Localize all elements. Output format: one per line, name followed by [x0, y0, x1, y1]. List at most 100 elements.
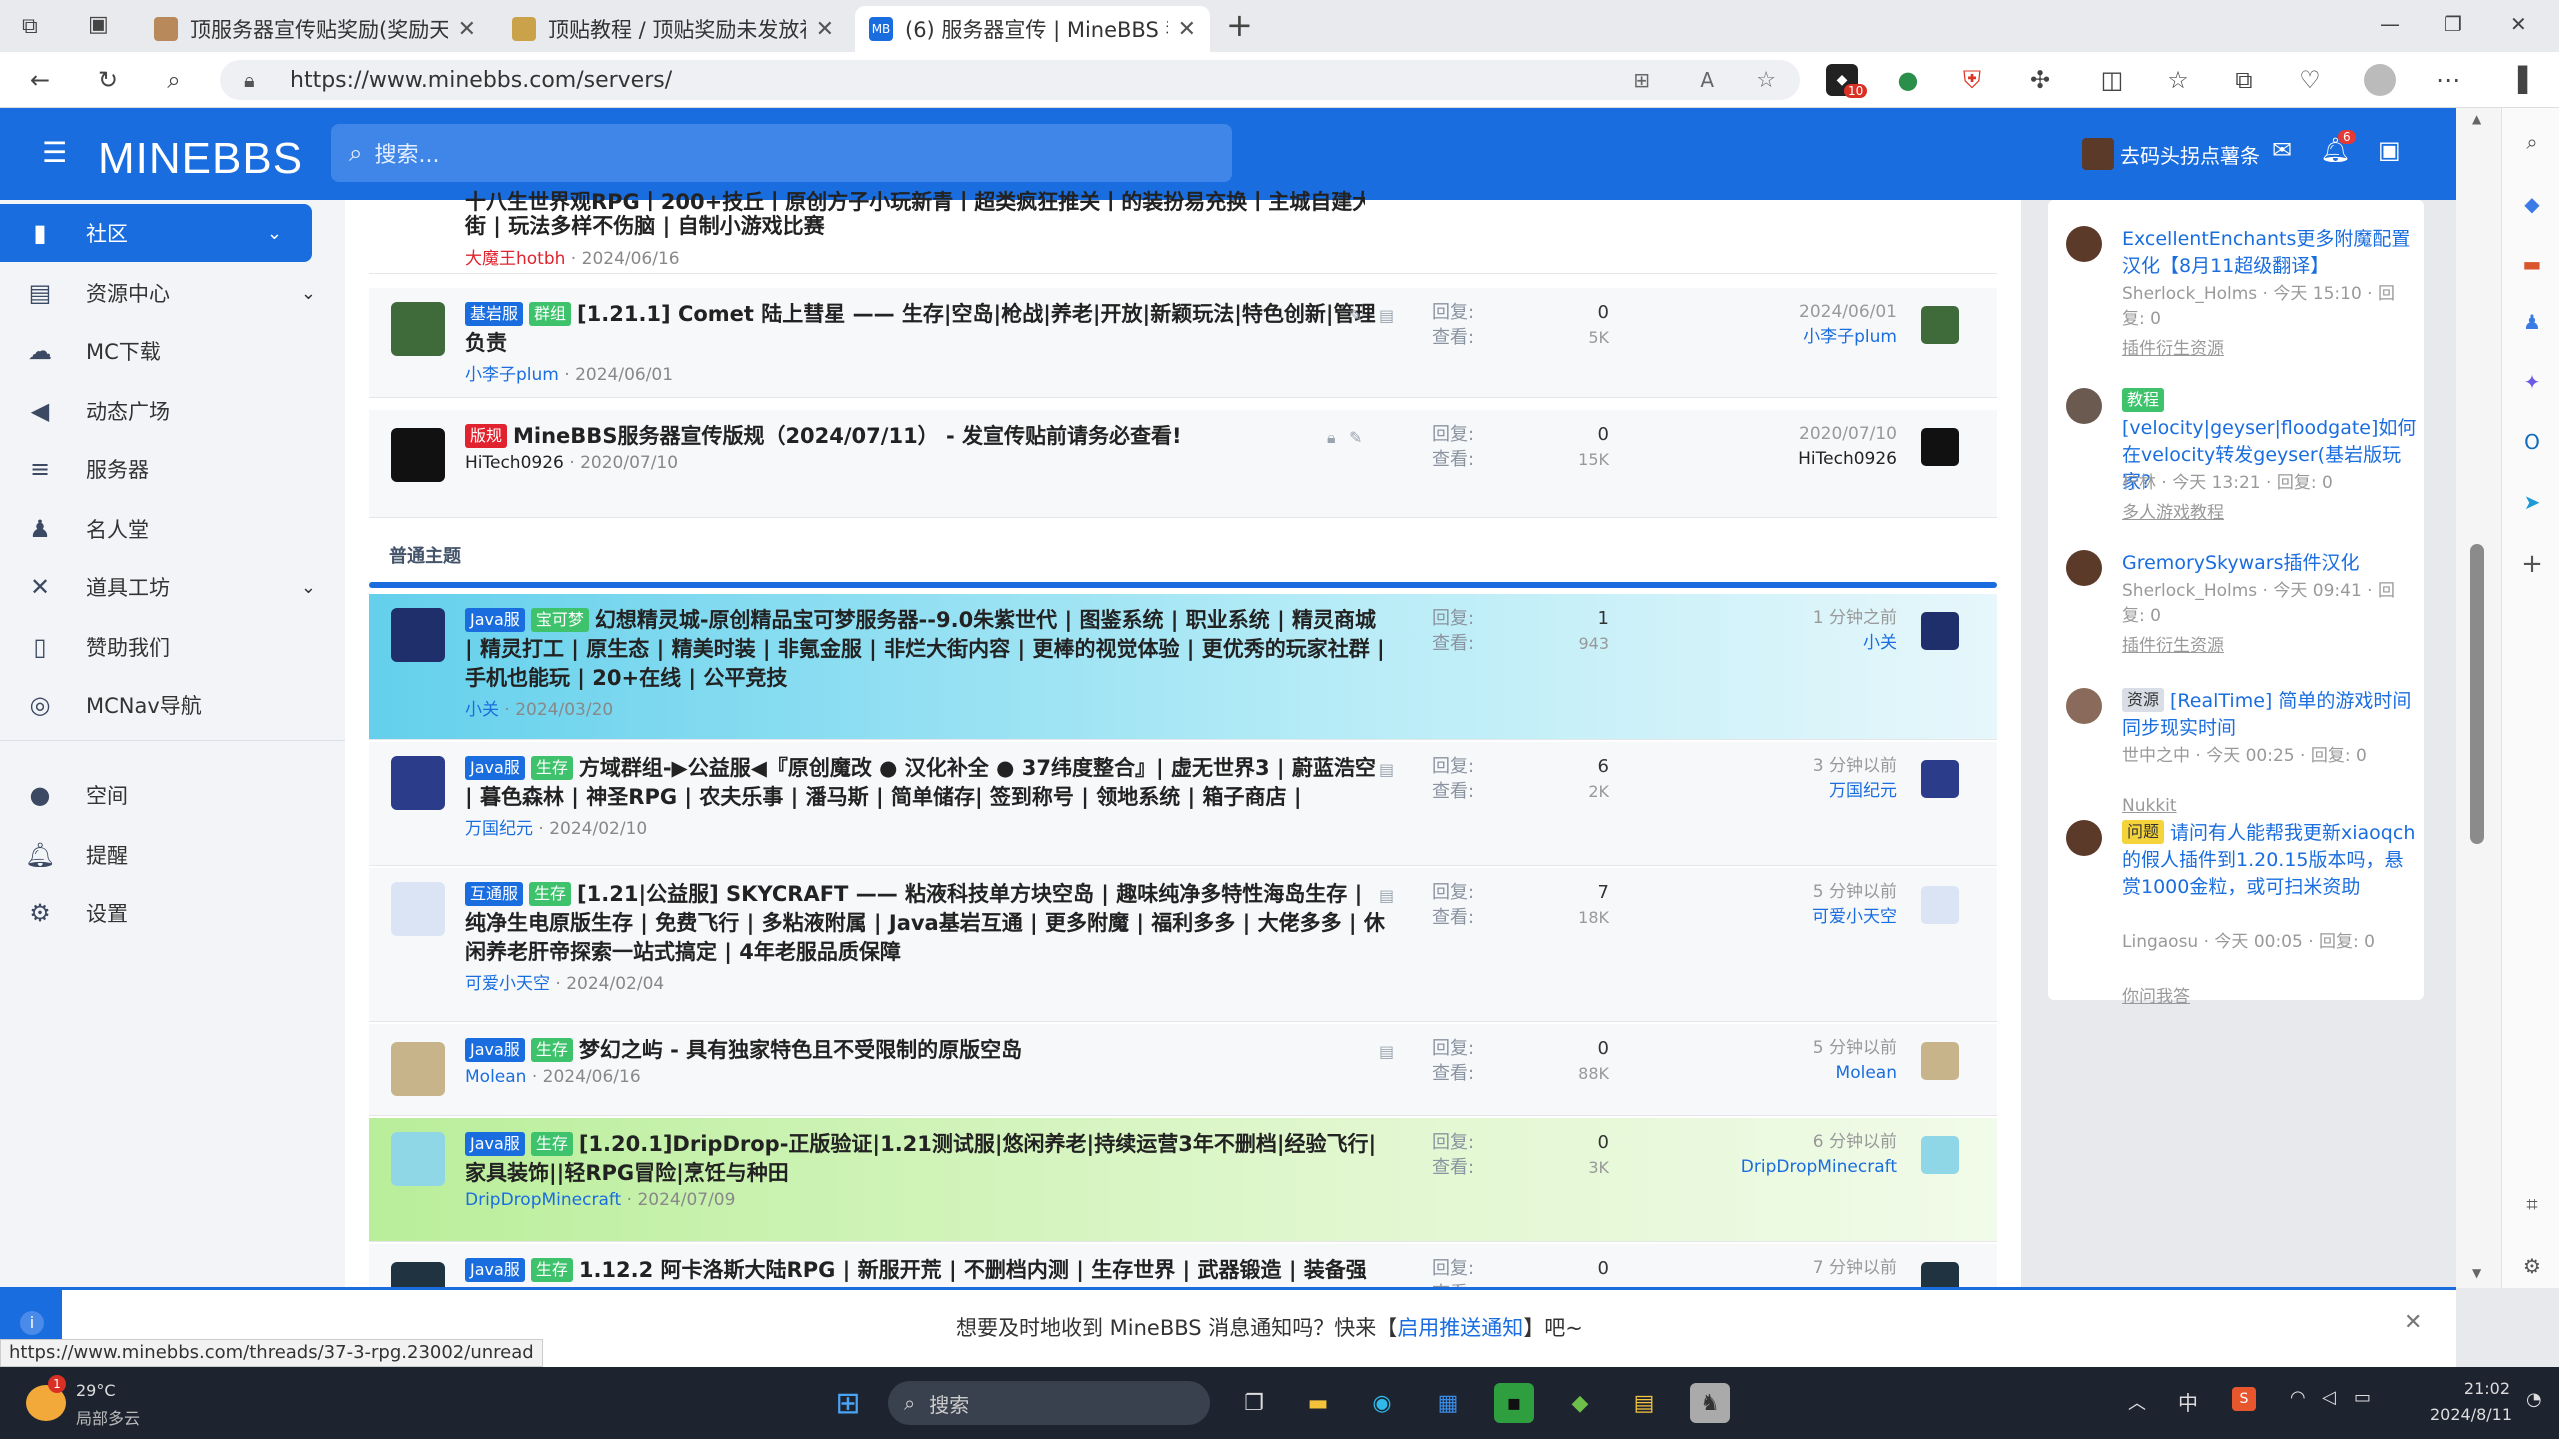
site-search-input[interactable]: ⌕ 搜索... [331, 124, 1232, 182]
app-icon[interactable]: ♞ [1690, 1383, 1730, 1423]
split-screen-icon[interactable]: ◫ [2096, 64, 2128, 96]
thread-author[interactable]: 小关 [465, 700, 499, 720]
sidebar-copilot-icon[interactable]: ✦ [2516, 366, 2548, 398]
wifi-icon[interactable]: ◠ [2290, 1387, 2306, 1408]
profile-avatar[interactable] [2364, 64, 2396, 96]
last-poster-avatar[interactable] [1921, 760, 1959, 798]
user-avatar[interactable] [2082, 138, 2114, 170]
last-post-time[interactable]: 2020/07/10 [1798, 422, 1897, 447]
sidebar-search-icon[interactable]: ⌕ [2516, 126, 2548, 158]
browser-tab-3-active[interactable]: MB (6) 服务器宣传 | MineBBS 我的世 ✕ [855, 6, 1210, 52]
resource-title[interactable]: 问题 请问有人能帮我更新xiaoqch的假人插件到1.20.15版本吗，悬赏100… [2122, 820, 2422, 901]
tab-actions-icon[interactable]: ▣ [88, 12, 109, 37]
close-tab-icon[interactable]: ✕ [458, 17, 476, 42]
sidebar-item-4[interactable]: ≡ 服务器 [0, 440, 346, 498]
thread-prefix-tag[interactable]: Java服 [465, 1038, 525, 1062]
last-poster-avatar[interactable] [1921, 1136, 1959, 1174]
author-avatar[interactable] [391, 302, 445, 356]
sidebar-item-5[interactable]: ♟ 名人堂 [0, 500, 346, 558]
thread-title[interactable]: Java服 生存 方域群组-▶公益服◀『原创魔改 ● 汉化补全 ● 37纬度整合』|… [465, 754, 1385, 812]
sidebar-toggle-icon[interactable]: ▐ [2502, 64, 2534, 96]
thread-prefix-tag[interactable]: 版规 [465, 424, 508, 448]
thread-prefix-tag[interactable]: Java服 [465, 756, 525, 780]
last-post-time[interactable]: 3 分钟以前 [1813, 754, 1897, 779]
thread-row[interactable]: Java服 生存 [1.20.1]DripDrop-正版验证|1.21测试服|悠闲养… [369, 1118, 1997, 1242]
close-banner-icon[interactable]: ✕ [2404, 1310, 2422, 1335]
resource-title[interactable]: GremorySkywars插件汉化 [2122, 550, 2422, 577]
thread-row[interactable]: Java服 生存 梦幻之屿 - 具有独家特色且不受限制的原版空岛 Molean · 2… [369, 1024, 1997, 1116]
taskbar-search[interactable]: ⌕ 搜索 [888, 1381, 1210, 1425]
restore-button[interactable]: ❐ [2444, 12, 2462, 36]
sidebar-item-8[interactable]: ◎ MCNav导航 [0, 676, 346, 734]
resource-title-text[interactable]: ExcellentEnchants更多附魔配置汉化【8月11超级翻译】 [2122, 228, 2410, 277]
thread-title[interactable]: Java服 生存 梦幻之屿 - 具有独家特色且不受限制的原版空岛 [465, 1036, 1385, 1065]
thread-prefix-tag[interactable]: 生存 [530, 1132, 573, 1156]
resource-title[interactable]: ExcellentEnchants更多附魔配置汉化【8月11超级翻译】 [2122, 226, 2422, 280]
sidebar-add-icon[interactable]: + [2516, 548, 2548, 580]
thread-title-text[interactable]: [1.21|公益服] SKYCRAFT —— 粘液科技单方块空岛 | 趣味纯净多… [465, 882, 1385, 964]
resource-category[interactable]: 你问我答 [2122, 982, 2190, 1007]
sidebar-item-10[interactable]: 🔔︎ 提醒 [0, 826, 346, 884]
file-explorer-icon[interactable]: ▬ [1298, 1383, 1338, 1423]
user-name[interactable]: 去码头拐点薯条 [2120, 140, 2260, 169]
read-aloud-icon[interactable]: A [1700, 68, 1714, 92]
site-logo[interactable]: MINEBBS [98, 134, 303, 184]
thread-prefix-tag[interactable]: 生存 [530, 1038, 573, 1062]
last-post-time[interactable]: 5 分钟以前 [1812, 880, 1897, 905]
battery-icon[interactable]: ▭ [2354, 1387, 2371, 1408]
resource-author-avatar[interactable] [2066, 388, 2102, 424]
sidebar-outlook-icon[interactable]: O [2516, 426, 2548, 458]
chevron-down-icon[interactable]: ⌄ [301, 283, 316, 304]
thread-prefix-tag[interactable]: Java服 [465, 1258, 525, 1282]
thread-author[interactable]: DripDropMinecraft [465, 1190, 621, 1210]
sidebar-item-11[interactable]: ⚙ 设置 [0, 884, 346, 942]
minimize-button[interactable]: — [2380, 12, 2400, 36]
favorite-star-icon[interactable]: ☆ [1756, 68, 1776, 93]
thread-row-partial[interactable]: 十八生世界观RPG丨200+技丘丨原创方子小玩新青丨超类疯狂推关丨的装扮易充换丨… [369, 190, 1997, 274]
refresh-icon[interactable]: ↻ [92, 64, 124, 96]
resource-title-text[interactable]: 请问有人能帮我更新xiaoqch的假人插件到1.20.15版本吗，悬赏1000金… [2122, 822, 2415, 898]
thread-row[interactable]: Java服 生存 方域群组-▶公益服◀『原创魔改 ● 汉化补全 ● 37纬度整合』|… [369, 742, 1997, 866]
sidebar-item-7[interactable]: ▯ 赞助我们 [0, 618, 346, 676]
scroll-down-icon[interactable]: ▼ [2472, 1266, 2481, 1280]
resource-prefix-tag[interactable]: 资源 [2122, 688, 2165, 712]
thread-title-text[interactable]: 梦幻之屿 - 具有独家特色且不受限制的原版空岛 [579, 1038, 1022, 1062]
sidebar-screenshot-icon[interactable]: ⌗ [2516, 1188, 2548, 1220]
sidebar-item-2[interactable]: ☁ MC下载 [0, 322, 346, 380]
sidebar-item-9[interactable]: ● 空间 [0, 766, 346, 824]
thread-row[interactable]: 基岩服 群组 [1.21.1] Comet 陆上彗星 —— 生存|空岛|枪战|养老|… [369, 288, 1997, 398]
thread-prefix-tag[interactable]: 生存 [530, 756, 573, 780]
thread-title-text[interactable]: MineBBS服务器宣传版规（2024/07/11） - 发宣传贴前请务必查看! [513, 424, 1182, 448]
wallet-icon[interactable]: ▣ [2378, 136, 2401, 164]
collections-icon[interactable]: ⧉ [2228, 64, 2260, 96]
resource-author-avatar[interactable] [2066, 226, 2102, 262]
sidebar-item-1[interactable]: ▤ 资源中心 ⌄ [0, 264, 346, 322]
sidebar-item-3[interactable]: ◀ 动态广场 [0, 382, 346, 440]
sidebar-item-6[interactable]: ✕ 道具工坊 ⌄ [0, 558, 346, 616]
sidebar-tag-icon[interactable]: ◆ [2516, 188, 2548, 220]
thread-title-text[interactable]: [1.21.1] Comet 陆上彗星 —— 生存|空岛|枪战|养老|开放|新颖… [465, 302, 1376, 355]
clock-time[interactable]: 21:02 [2430, 1379, 2510, 1398]
sidebar-settings-icon[interactable]: ⚙ [2516, 1250, 2548, 1282]
thread-title[interactable]: 基岩服 群组 [1.21.1] Comet 陆上彗星 —— 生存|空岛|枪战|养老|… [465, 300, 1385, 358]
minecraft-launcher-icon[interactable]: ▪ [1494, 1383, 1534, 1423]
clock-date[interactable]: 2024/8/11 [2430, 1405, 2512, 1424]
tray-chevron-icon[interactable]: ︿ [2128, 1389, 2146, 1415]
last-poster-avatar[interactable] [1921, 428, 1959, 466]
author-avatar[interactable] [391, 608, 445, 662]
last-post-user[interactable]: 小关 [1813, 631, 1897, 656]
thread-prefix-tag[interactable]: 互通服 [465, 882, 524, 906]
last-post-time[interactable]: 7 分钟以前 [1813, 1256, 1897, 1281]
thread-title[interactable]: Java服 生存 [1.20.1]DripDrop-正版验证|1.21测试服|悠闲养… [465, 1130, 1385, 1188]
sidebar-send-icon[interactable]: ➤ [2516, 486, 2548, 518]
extensions-puzzle-icon[interactable]: ✣ [2024, 64, 2056, 96]
resource-category[interactable]: 多人游戏教程 [2122, 498, 2224, 523]
hamburger-menu-icon[interactable]: ☰ [42, 136, 67, 169]
more-menu-icon[interactable]: ⋯ [2432, 64, 2464, 96]
address-bar[interactable]: 🔒︎ https://www.minebbs.com/servers/ ⊞ A … [220, 60, 1800, 100]
browser-tab-2[interactable]: 顶贴教程 / 顶贴奖励未发放补领 ✕ [498, 6, 848, 52]
thread-prefix-tag[interactable]: 生存 [529, 882, 572, 906]
thread-title-line2[interactable]: 街 | 玩法多样不伤脑 | 自制小游戏比赛 [465, 212, 1385, 241]
author-avatar[interactable] [391, 882, 445, 936]
thread-author[interactable]: 可爱小天空 [465, 974, 550, 994]
